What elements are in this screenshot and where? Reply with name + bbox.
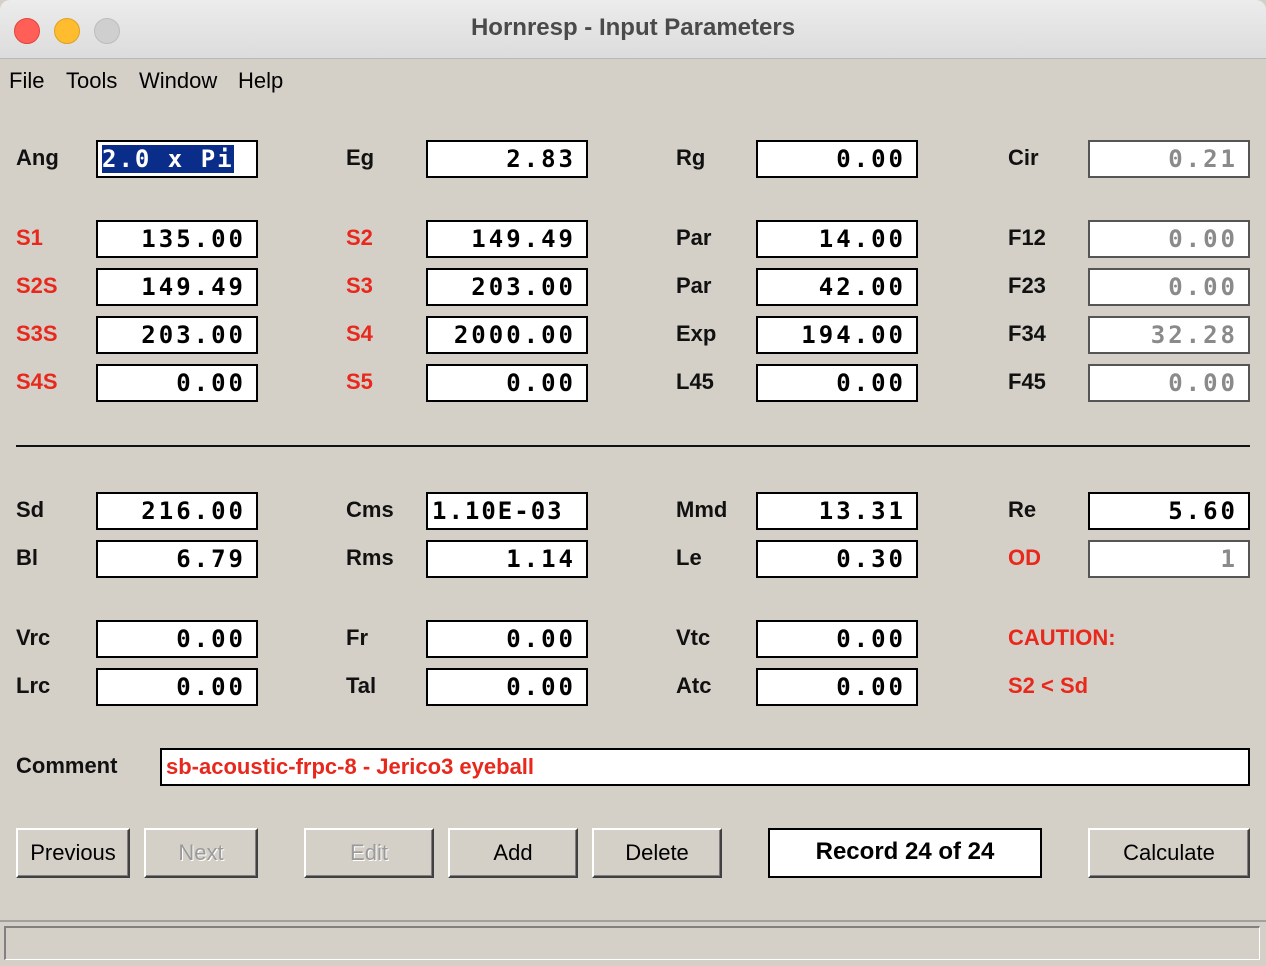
title-bar: Hornresp - Input Parameters xyxy=(0,0,1266,59)
field-cir: 0.21 xyxy=(1088,140,1250,178)
record-indicator: Record 24 of 24 xyxy=(768,828,1042,878)
label-vrc: Vrc xyxy=(16,625,51,650)
label-eg: Eg xyxy=(346,145,375,170)
label-cms: Cms xyxy=(346,497,394,522)
field-f12: 0.00 xyxy=(1088,220,1250,258)
label-exp: Exp xyxy=(676,321,717,346)
add-button[interactable]: Add xyxy=(448,828,578,878)
status-bar xyxy=(4,926,1260,960)
comment-field[interactable]: sb-acoustic-frpc-8 - Jerico3 eyeball xyxy=(160,748,1250,786)
label-s5: S5 xyxy=(346,369,373,394)
menu-window[interactable]: Window xyxy=(139,68,217,94)
field-le[interactable]: 0.30 xyxy=(756,540,918,578)
label-s3: S3 xyxy=(346,273,373,298)
field-rg[interactable]: 0.00 xyxy=(756,140,918,178)
label-mmd: Mmd xyxy=(676,497,728,522)
field-ang[interactable]: 2.0 x Pi xyxy=(96,140,258,178)
label-re: Re xyxy=(1008,497,1037,522)
field-bl[interactable]: 6.79 xyxy=(96,540,258,578)
field-l45[interactable]: 0.00 xyxy=(756,364,918,402)
field-s4[interactable]: 2000.00 xyxy=(426,316,588,354)
window-title: Hornresp - Input Parameters xyxy=(470,14,796,41)
field-f45: 0.00 xyxy=(1088,364,1250,402)
label-f45: F45 xyxy=(1008,369,1046,394)
label-vtc: Vtc xyxy=(676,625,711,650)
label-f34: F34 xyxy=(1008,321,1046,346)
label-par1: Par xyxy=(676,225,712,250)
label-od: OD xyxy=(1008,545,1041,570)
field-atc[interactable]: 0.00 xyxy=(756,668,918,706)
menu-help[interactable]: Help xyxy=(238,68,283,94)
label-s4: S4 xyxy=(346,321,373,346)
label-atc: Atc xyxy=(676,673,712,698)
field-f23: 0.00 xyxy=(1088,268,1250,306)
label-rms: Rms xyxy=(346,545,394,570)
field-f34: 32.28 xyxy=(1088,316,1250,354)
next-button[interactable]: Next xyxy=(144,828,258,878)
field-vrc[interactable]: 0.00 xyxy=(96,620,258,658)
field-s2s[interactable]: 149.49 xyxy=(96,268,258,306)
field-re[interactable]: 5.60 xyxy=(1088,492,1250,530)
field-sd[interactable]: 216.00 xyxy=(96,492,258,530)
comment-label: Comment xyxy=(16,753,118,778)
label-rg: Rg xyxy=(676,145,706,170)
field-s4s[interactable]: 0.00 xyxy=(96,364,258,402)
field-s2[interactable]: 149.49 xyxy=(426,220,588,258)
menu-bar: File Tools Window Help xyxy=(0,62,1266,102)
field-od: 1 xyxy=(1088,540,1250,578)
field-s3[interactable]: 203.00 xyxy=(426,268,588,306)
field-mmd[interactable]: 13.31 xyxy=(756,492,918,530)
label-sd: Sd xyxy=(16,497,45,522)
field-lrc[interactable]: 0.00 xyxy=(96,668,258,706)
label-s3s: S3S xyxy=(16,321,58,346)
edit-button[interactable]: Edit xyxy=(304,828,434,878)
label-s2: S2 xyxy=(346,225,373,250)
previous-button[interactable]: Previous xyxy=(16,828,130,878)
field-s1[interactable]: 135.00 xyxy=(96,220,258,258)
delete-button[interactable]: Delete xyxy=(592,828,722,878)
label-l45: L45 xyxy=(676,369,714,394)
label-s1: S1 xyxy=(16,225,43,250)
menu-tools[interactable]: Tools xyxy=(66,68,117,94)
label-tal: Tal xyxy=(346,673,377,698)
section-divider xyxy=(16,445,1250,447)
field-exp[interactable]: 194.00 xyxy=(756,316,918,354)
label-bl: Bl xyxy=(16,545,38,570)
label-f23: F23 xyxy=(1008,273,1046,298)
field-cms[interactable]: 1.10E-03 xyxy=(426,492,588,530)
field-par1[interactable]: 14.00 xyxy=(756,220,918,258)
label-cir: Cir xyxy=(1008,145,1039,170)
label-s4s: S4S xyxy=(16,369,58,394)
field-fr[interactable]: 0.00 xyxy=(426,620,588,658)
label-lrc: Lrc xyxy=(16,673,51,698)
menu-file[interactable]: File xyxy=(9,68,44,94)
field-ang-value: 2.0 x Pi xyxy=(102,145,234,173)
field-s5[interactable]: 0.00 xyxy=(426,364,588,402)
field-rms[interactable]: 1.14 xyxy=(426,540,588,578)
field-vtc[interactable]: 0.00 xyxy=(756,620,918,658)
field-s3s[interactable]: 203.00 xyxy=(96,316,258,354)
label-le: Le xyxy=(676,545,702,570)
caution-title: CAUTION: xyxy=(1008,625,1116,650)
status-divider xyxy=(0,920,1266,922)
caution-message: S2 < Sd xyxy=(1008,673,1089,698)
label-f12: F12 xyxy=(1008,225,1046,250)
label-par2: Par xyxy=(676,273,712,298)
calculate-button[interactable]: Calculate xyxy=(1088,828,1250,878)
label-ang: Ang xyxy=(16,145,59,170)
field-eg[interactable]: 2.83 xyxy=(426,140,588,178)
label-s2s: S2S xyxy=(16,273,58,298)
label-fr: Fr xyxy=(346,625,368,650)
field-par2[interactable]: 42.00 xyxy=(756,268,918,306)
field-tal[interactable]: 0.00 xyxy=(426,668,588,706)
